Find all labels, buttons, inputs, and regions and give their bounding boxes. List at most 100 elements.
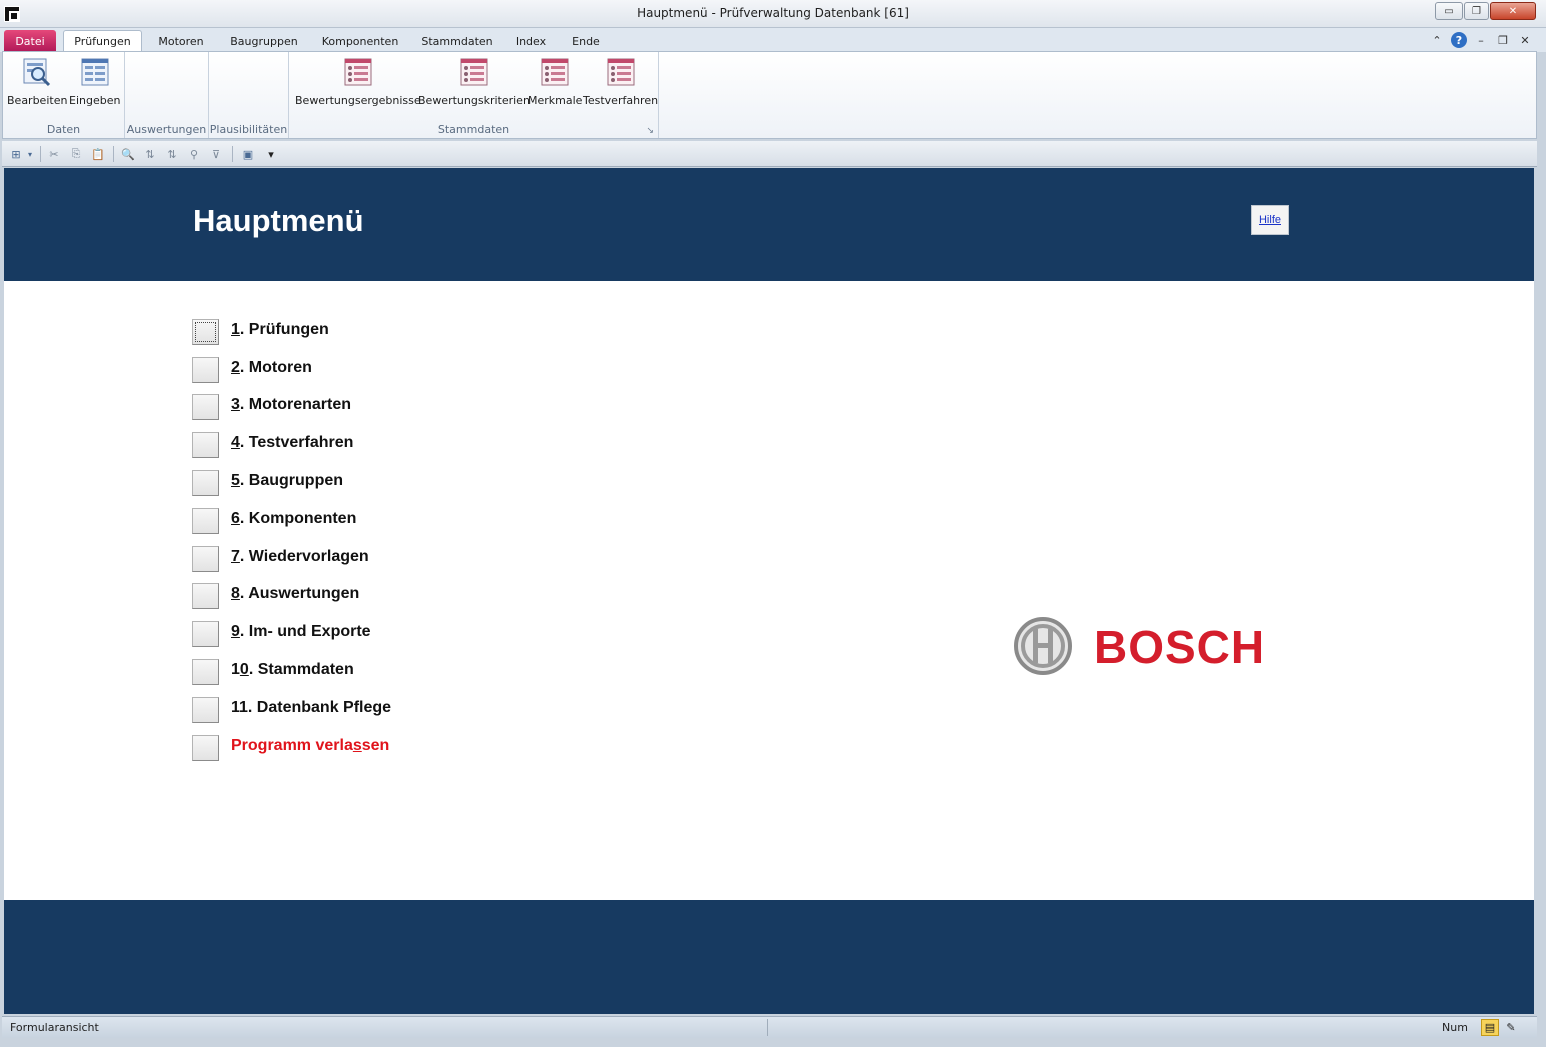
menu-label[interactable]: 4. Testverfahren (231, 434, 353, 452)
copy-icon[interactable]: ⎘ (68, 146, 84, 162)
sort-ascending-icon[interactable]: ⇅ (142, 146, 158, 162)
menu-button[interactable] (192, 546, 219, 572)
customize-toolbar-icon[interactable]: ▾ (263, 146, 279, 162)
bosch-logo: BOSCH (1012, 615, 1272, 677)
menu-button[interactable] (192, 621, 219, 647)
ribbon-panel: Bearbeiten Eingeben Daten Auswertungen P… (2, 51, 1537, 139)
tab-stammdaten[interactable]: Stammdaten (417, 30, 497, 52)
merkmale-button[interactable]: Merkmale (528, 56, 582, 107)
menu-accelerator-key: 6 (231, 510, 240, 527)
status-bar: Formularansicht Num ▤ ✎ (2, 1016, 1537, 1038)
menu-label-text: . Auswertungen (239, 585, 360, 602)
cut-icon[interactable]: ✂ (46, 146, 62, 162)
maximize-icon: ❐ (1472, 5, 1481, 17)
menu-label[interactable]: 10. Stammdaten (231, 661, 354, 679)
bewertungsergebnisse-button[interactable]: Bewertungsergebnisse (295, 56, 421, 107)
menu-button[interactable] (192, 394, 219, 420)
minimize-button[interactable]: ▭ (1435, 2, 1463, 20)
menu-label[interactable]: 11. Datenbank Pflege (231, 699, 391, 717)
list-form-icon (541, 58, 569, 86)
filter-selection-icon[interactable]: ⚲ (186, 146, 202, 162)
menu-label[interactable]: 1. Prüfungen (231, 321, 329, 339)
group-label-daten: Daten (46, 123, 81, 136)
page-title: Hauptmenü (193, 203, 364, 238)
search-form-icon (23, 58, 51, 87)
doc-close-icon[interactable]: ✕ (1517, 32, 1533, 48)
menu-button[interactable] (192, 432, 219, 458)
doc-minimize-icon[interactable]: – (1473, 32, 1489, 48)
menu-label-text: sen (361, 737, 390, 754)
menu-button[interactable] (192, 508, 219, 534)
list-form-icon (607, 58, 635, 86)
help-button[interactable]: Hilfe (1251, 205, 1289, 235)
collapse-ribbon-icon[interactable]: ⌃ (1429, 32, 1445, 48)
bosch-wordmark: BOSCH (1094, 621, 1266, 673)
close-icon: ✕ (1508, 5, 1518, 17)
properties-icon[interactable]: ▣ (240, 146, 256, 162)
menu-label-text: . Motoren (239, 359, 312, 376)
menu-button[interactable] (192, 735, 219, 761)
window-title: Hauptmenü - Prüfverwaltung Datenbank [61… (637, 6, 909, 20)
form-header: Hauptmenü Hilfe (4, 168, 1534, 281)
bewertungskriterien-label: Bewertungskriterien (418, 94, 530, 107)
form-view-icon[interactable]: ▤ (1481, 1019, 1499, 1036)
form-icon (81, 58, 109, 86)
design-view-icon[interactable]: ✎ (1502, 1019, 1520, 1036)
menu-label[interactable]: 5. Baugruppen (231, 472, 343, 490)
tab-pruefungen[interactable]: Prüfungen (63, 30, 142, 52)
close-button[interactable]: ✕ (1490, 2, 1536, 20)
menu-label[interactable]: 9. Im- und Exporte (231, 623, 371, 641)
filter-icon[interactable]: ⊽ (208, 146, 224, 162)
help-icon[interactable]: ? (1451, 32, 1467, 48)
menu-label[interactable]: 6. Komponenten (231, 510, 356, 528)
bearbeiten-button[interactable]: Bearbeiten (7, 56, 67, 107)
menu-accelerator-key: 3 (231, 396, 240, 413)
menu-button[interactable] (192, 357, 219, 383)
bewertungsergebnisse-label: Bewertungsergebnisse (295, 94, 421, 107)
menu-label-text: . Stammdaten (248, 661, 354, 678)
dialog-launcher-icon[interactable]: ↘ (646, 126, 654, 136)
menu-button[interactable] (192, 583, 219, 609)
ribbon-tab-bar: Datei Prüfungen Motoren Baugruppen Kompo… (0, 28, 1546, 52)
doc-restore-icon[interactable]: ❐ (1495, 32, 1511, 48)
group-label-stammdaten: Stammdaten (437, 123, 510, 136)
tab-baugruppen[interactable]: Baugruppen (223, 30, 305, 52)
menu-label-text: . Komponenten (239, 510, 357, 527)
menu-button[interactable] (192, 697, 219, 723)
menu-label-text: . Testverfahren (239, 434, 354, 451)
tab-komponenten[interactable]: Komponenten (314, 30, 406, 52)
tab-ende[interactable]: Ende (565, 30, 607, 52)
eingeben-button[interactable]: Eingeben (69, 56, 120, 107)
tab-datei[interactable]: Datei (4, 30, 56, 52)
sort-descending-icon[interactable]: ⇅ (164, 146, 180, 162)
menu-label[interactable]: Programm verlassen (231, 737, 389, 755)
main-form: Hauptmenü Hilfe 1. Prüfungen 2. Motoren 3.… (4, 168, 1534, 1014)
menu-label-text: . Prüfungen (239, 321, 329, 338)
menu-label[interactable]: 7. Wiedervorlagen (231, 548, 369, 566)
testverfahren-button[interactable]: Testverfahren (583, 56, 658, 107)
menu-label[interactable]: 3. Motorenarten (231, 396, 351, 414)
menu-button[interactable] (192, 470, 219, 496)
menu-label-text: . Wiedervorlagen (239, 548, 369, 565)
maximize-button[interactable]: ❐ (1464, 2, 1489, 20)
menu-accelerator-key: 8 (231, 585, 240, 602)
menu-label-prefix: Programm verla (231, 737, 353, 754)
paste-icon[interactable]: 📋 (90, 146, 106, 162)
tab-motoren[interactable]: Motoren (150, 30, 212, 52)
menu-button[interactable] (192, 319, 219, 345)
tab-index[interactable]: Index (509, 30, 553, 52)
menu-label-prefix: 11. Datenbank Pflege (231, 699, 392, 716)
menu-label-text: . Motorenarten (239, 396, 352, 413)
menu-label[interactable]: 8. Auswertungen (231, 585, 359, 603)
view-dropdown-icon[interactable]: ▾ (22, 146, 38, 162)
ribbon-group-daten: Bearbeiten Eingeben Daten (3, 52, 125, 138)
menu-label[interactable]: 2. Motoren (231, 359, 312, 377)
merkmale-label: Merkmale (528, 94, 583, 107)
toolbar-separator (40, 146, 41, 162)
ribbon-group-stammdaten: Bewertungsergebnisse Bewertungskriterien… (289, 52, 659, 138)
menu-label-prefix: 1 (231, 661, 240, 678)
find-icon[interactable]: 🔍 (120, 146, 136, 162)
menu-button[interactable] (192, 659, 219, 685)
bewertungskriterien-button[interactable]: Bewertungskriterien (418, 56, 530, 107)
menu-accelerator-key: 2 (231, 359, 240, 376)
